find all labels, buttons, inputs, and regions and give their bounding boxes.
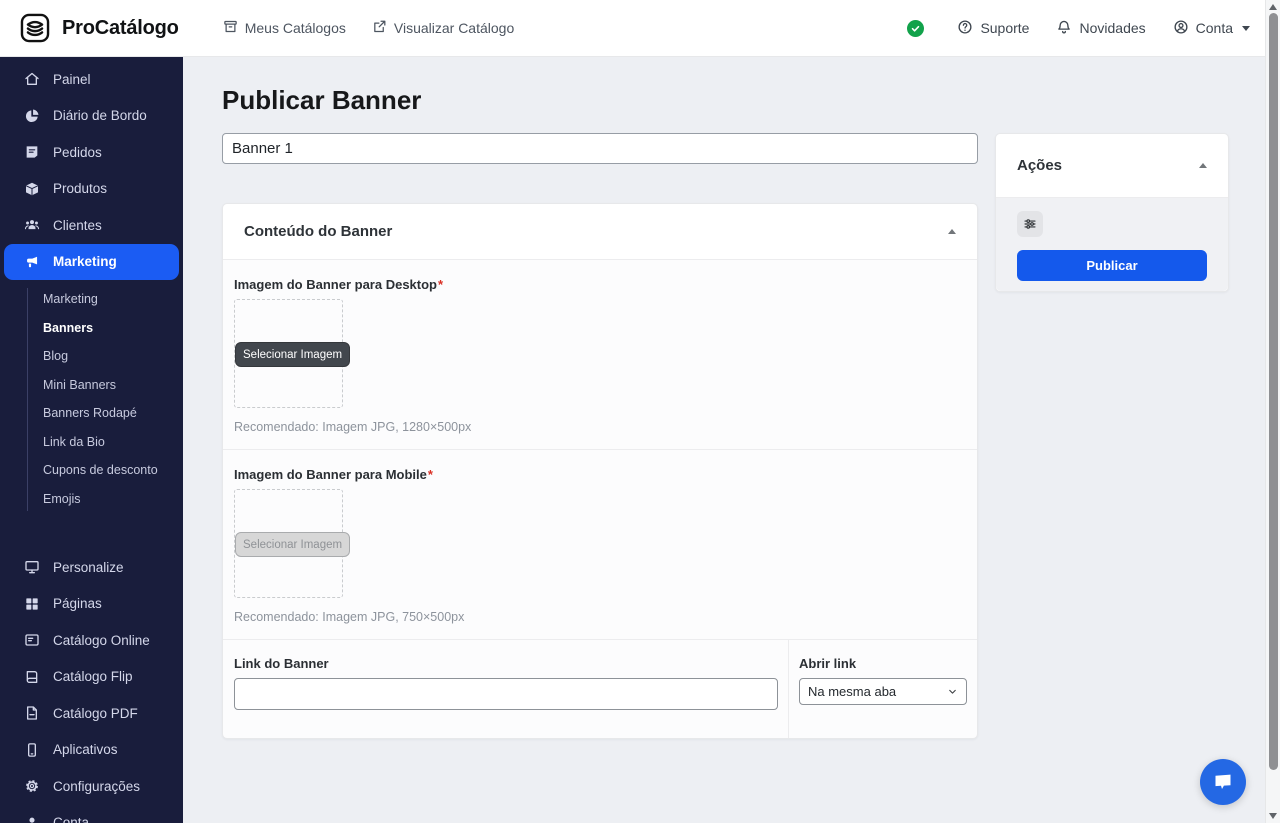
sliders-icon (1023, 217, 1037, 231)
marketing-submenu: MarketingBannersBlogMini BannersBanners … (0, 280, 183, 521)
banner-link-input[interactable] (234, 678, 778, 710)
mobile-image-section: Imagem do Banner para Mobile* Selecionar… (223, 450, 977, 640)
desktop-select-image-button[interactable]: Selecionar Imagem (235, 342, 350, 367)
submenu-item-mini-banners[interactable]: Mini Banners (43, 371, 183, 400)
desktop-image-dropzone[interactable]: Selecionar Imagem (234, 299, 343, 408)
desktop-image-hint: Recomendado: Imagem JPG, 1280×500px (234, 420, 966, 434)
caret-down-icon (1242, 26, 1250, 31)
actions-title: Ações (1017, 157, 1062, 174)
link-section: Link do Banner Abrir link Na mesma aba (223, 640, 977, 738)
sidebar-nav: PainelDiário de BordoPedidosProdutosClie… (0, 61, 183, 823)
sidebar-item-clientes[interactable]: Clientes (0, 207, 183, 244)
header-suporte[interactable]: Suporte (957, 19, 1029, 38)
content-card-header[interactable]: Conteúdo do Banner (223, 204, 977, 260)
chat-widget-button[interactable] (1200, 759, 1246, 805)
required-asterisk: * (428, 467, 433, 482)
actions-panel-body: Publicar (996, 198, 1228, 291)
file-pdf-icon (24, 705, 40, 721)
archive-icon (223, 19, 238, 37)
brand-name: ProCatálogo (62, 17, 179, 40)
users-icon (24, 217, 40, 233)
procatalogo-logo-icon (18, 11, 52, 45)
collapse-caret-icon[interactable] (948, 229, 956, 234)
page-title: Publicar Banner (222, 85, 1280, 116)
mobile-image-hint: Recomendado: Imagem JPG, 750×500px (234, 610, 966, 624)
sidebar-item-personalize[interactable]: Personalize (0, 549, 183, 586)
sidebar-item-produtos[interactable]: Produtos (0, 171, 183, 208)
content-card-title: Conteúdo do Banner (244, 223, 392, 240)
gear-icon (24, 778, 40, 794)
sidebar-item-aplicativos[interactable]: Aplicativos (0, 732, 183, 769)
scroll-up-arrow-icon[interactable] (1269, 4, 1277, 10)
smartphone-icon (24, 742, 40, 758)
pie-chart-icon (24, 108, 40, 124)
header-novidades[interactable]: Novidades (1056, 19, 1145, 38)
open-link-selected-value: Na mesma aba (808, 684, 896, 699)
content-card: Conteúdo do Banner Imagem do Banner para… (222, 203, 978, 739)
header-conta[interactable]: Conta (1173, 19, 1250, 38)
chevron-down-icon (947, 686, 958, 697)
nav-visualizar-catalogo[interactable]: Visualizar Catálogo (372, 19, 514, 37)
status-check-icon (907, 20, 924, 37)
mobile-select-image-button[interactable]: Selecionar Imagem (235, 532, 350, 557)
top-header: ProCatálogo Meus Catálogos Visualizar Cat… (0, 0, 1280, 57)
sidebar-item-painel[interactable]: Painel (0, 61, 183, 98)
link-label: Link do Banner (234, 656, 778, 671)
header-nav: Meus Catálogos Visualizar Catálogo (223, 19, 515, 37)
required-asterisk: * (438, 277, 443, 292)
brand[interactable]: ProCatálogo (18, 11, 179, 45)
sidebar-item-catalogo-flip[interactable]: Catálogo Flip (0, 659, 183, 696)
user-icon (24, 815, 40, 823)
open-link-label: Abrir link (799, 656, 967, 671)
home-icon (24, 71, 40, 87)
grid-icon (24, 596, 40, 612)
mobile-image-dropzone[interactable]: Selecionar Imagem (234, 489, 343, 598)
sidebar-item-pedidos[interactable]: Pedidos (0, 134, 183, 171)
sidebar-item-configuracoes[interactable]: Configurações (0, 768, 183, 805)
page-scrollbar[interactable] (1265, 0, 1280, 823)
document-icon (24, 144, 40, 160)
bell-icon (1056, 19, 1072, 38)
megaphone-icon (24, 254, 40, 270)
sidebar: PainelDiário de BordoPedidosProdutosClie… (0, 57, 183, 823)
desktop-image-label: Imagem do Banner para Desktop (234, 277, 437, 292)
desktop-image-section: Imagem do Banner para Desktop* Seleciona… (223, 260, 977, 450)
scroll-down-arrow-icon[interactable] (1269, 813, 1277, 819)
help-circle-icon (957, 19, 973, 38)
sidebar-item-catalogo-pdf[interactable]: Catálogo PDF (0, 695, 183, 732)
user-circle-icon (1173, 19, 1189, 38)
settings-sliders-button[interactable] (1017, 211, 1043, 237)
sidebar-item-marketing[interactable]: Marketing (4, 244, 179, 281)
sidebar-item-diario-de-bordo[interactable]: Diário de Bordo (0, 98, 183, 135)
submenu-item-marketing[interactable]: Marketing (43, 285, 183, 314)
sidebar-item-paginas[interactable]: Páginas (0, 586, 183, 623)
scrollbar-thumb[interactable] (1269, 13, 1278, 770)
chat-bubble-icon (1211, 770, 1235, 794)
image-card-icon (24, 632, 40, 648)
submenu-item-link-da-bio[interactable]: Link da Bio (43, 428, 183, 457)
main-content: Publicar Banner Conteúdo do Banner Image… (183, 57, 1280, 823)
nav-meus-catalogos[interactable]: Meus Catálogos (223, 19, 346, 37)
publish-button[interactable]: Publicar (1017, 250, 1207, 281)
submenu-item-banners-rodape[interactable]: Banners Rodapé (43, 399, 183, 428)
mobile-image-label: Imagem do Banner para Mobile (234, 467, 427, 482)
open-link-select[interactable]: Na mesma aba (799, 678, 967, 705)
sidebar-item-catalogo-online[interactable]: Catálogo Online (0, 622, 183, 659)
book-icon (24, 669, 40, 685)
monitor-icon (24, 559, 40, 575)
header-right: Suporte Novidades Conta (907, 19, 1250, 38)
submenu-item-emojis[interactable]: Emojis (43, 485, 183, 514)
actions-panel-header[interactable]: Ações (996, 134, 1228, 198)
collapse-caret-icon[interactable] (1199, 163, 1207, 168)
external-link-icon (372, 19, 387, 37)
submenu-item-banners[interactable]: Banners (43, 314, 183, 343)
actions-panel: Ações Publicar (995, 133, 1229, 292)
package-icon (24, 181, 40, 197)
banner-name-input[interactable] (222, 133, 978, 164)
submenu-item-blog[interactable]: Blog (43, 342, 183, 371)
submenu-item-cupons-de-desconto[interactable]: Cupons de desconto (43, 456, 183, 485)
sidebar-item-conta[interactable]: Conta (0, 805, 183, 823)
